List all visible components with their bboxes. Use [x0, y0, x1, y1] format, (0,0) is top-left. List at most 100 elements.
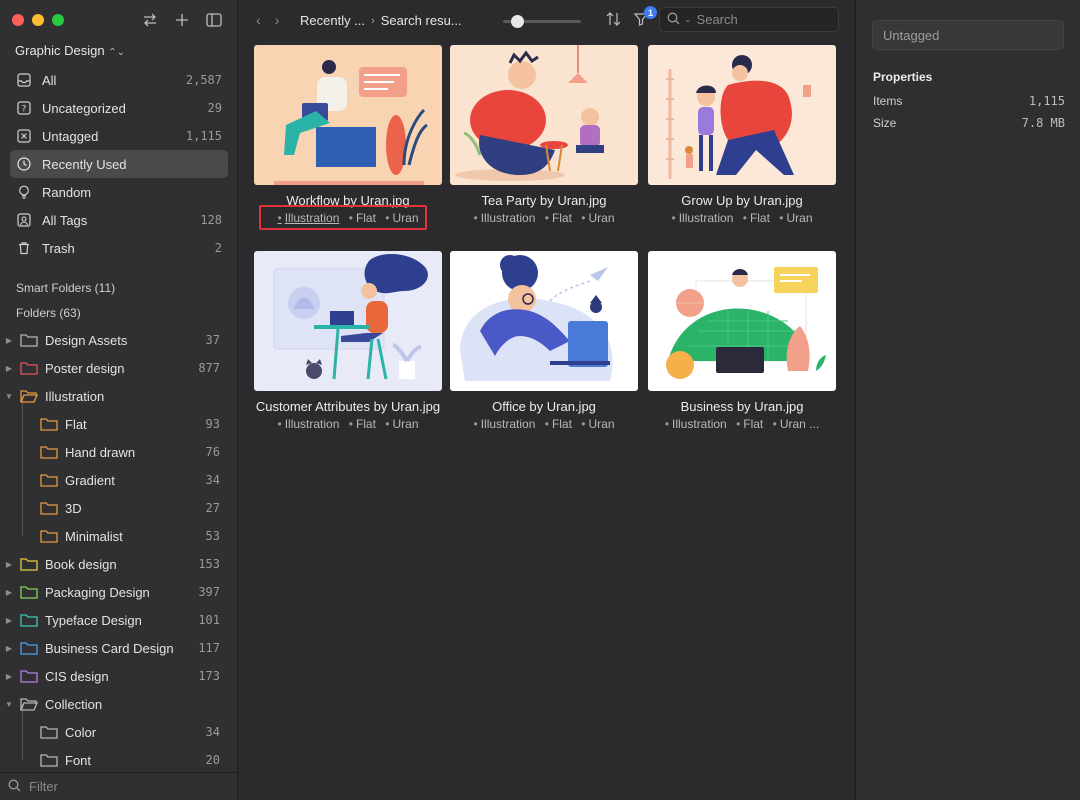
asset-card-business[interactable]: Business by Uran.jpg Illustration Flat U… — [648, 251, 836, 432]
disclosure-open-icon[interactable]: ▼ — [4, 392, 14, 401]
folder-item-collection[interactable]: ▼ Collection — [0, 690, 238, 718]
asset-title[interactable]: Office by Uran.jpg — [450, 399, 638, 414]
thumbnail[interactable] — [450, 45, 638, 185]
search-placeholder: Search — [696, 12, 738, 27]
sidebar-item-random[interactable]: Random — [10, 178, 228, 206]
thumbnail-size-slider[interactable] — [503, 15, 581, 28]
property-items: Items 1,115 — [873, 94, 1065, 108]
tag-flat[interactable]: Flat — [743, 211, 770, 225]
folder-item-typeface-design[interactable]: ▶ Typeface Design 101 — [0, 606, 238, 634]
disclosure-closed-icon[interactable]: ▶ — [4, 336, 14, 345]
sidebar-item-count: 1,115 — [185, 129, 222, 143]
sidebar-item-all-tags[interactable]: All Tags 128 — [10, 206, 228, 234]
disclosure-closed-icon[interactable]: ▶ — [4, 644, 14, 653]
tag-illustration[interactable]: Illustration — [671, 211, 733, 225]
tag-uran[interactable]: Uran — [385, 417, 418, 431]
disclosure-closed-icon[interactable]: ▶ — [4, 560, 14, 569]
smart-folders-header[interactable]: Smart Folders (11) — [16, 281, 115, 295]
asset-title[interactable]: Customer Attributes by Uran.jpg — [254, 399, 442, 414]
folder-item-poster-design[interactable]: ▶ Poster design 877 — [0, 354, 238, 382]
disclosure-closed-icon[interactable]: ▶ — [4, 672, 14, 681]
zoom-window-button[interactable] — [52, 14, 64, 26]
forward-icon[interactable]: › — [275, 12, 280, 28]
close-window-button[interactable] — [12, 14, 24, 26]
asset-card-office[interactable]: Office by Uran.jpg Illustration Flat Ura… — [450, 251, 638, 432]
filter-input[interactable]: Filter — [29, 779, 58, 794]
tag-illustration[interactable]: Illustration — [473, 417, 535, 431]
breadcrumb-item[interactable]: Search resu... — [381, 13, 462, 28]
folder-item-hand-drawn[interactable]: ▶Hand drawn76 — [0, 438, 238, 466]
folder-item-font[interactable]: ▶Font20 — [0, 746, 238, 774]
folder-item-illustration[interactable]: ▼ Illustration — [0, 382, 238, 410]
disclosure-closed-icon[interactable]: ▶ — [4, 588, 14, 597]
asset-title[interactable]: Tea Party by Uran.jpg — [450, 193, 638, 208]
sidebar-item-recently-used[interactable]: Recently Used — [10, 150, 228, 178]
folder-item-3d[interactable]: ▶3D27 — [0, 494, 238, 522]
tag-illustration[interactable]: Illustration — [665, 417, 727, 431]
sidebar-item-trash[interactable]: Trash 2 — [10, 234, 228, 262]
sidebar-toggle-icon[interactable] — [205, 11, 223, 29]
asset-card-customer-attributes[interactable]: Customer Attributes by Uran.jpg Illustra… — [254, 251, 442, 432]
minimize-window-button[interactable] — [32, 14, 44, 26]
search-input[interactable]: ⌄ Search — [659, 7, 839, 32]
folder-item-color[interactable]: ▶Color34 — [0, 718, 238, 746]
folder-item-design-assets[interactable]: ▶ Design Assets 37 — [0, 326, 238, 354]
thumbnail[interactable] — [254, 45, 442, 185]
sidebar-item-untagged[interactable]: Untagged 1,115 — [10, 122, 228, 150]
tag-flat[interactable]: Flat — [545, 417, 572, 431]
library-switcher[interactable]: Graphic Design ⌃⌄ — [15, 43, 125, 58]
asset-card-grow-up[interactable]: Grow Up by Uran.jpg Illustration Flat Ur… — [648, 45, 836, 226]
back-icon[interactable]: ‹ — [256, 12, 261, 28]
filter-bar[interactable]: Filter — [0, 772, 238, 800]
folder-item-business-card-design[interactable]: ▶ Business Card Design 117 — [0, 634, 238, 662]
thumbnail[interactable] — [648, 45, 836, 185]
illustration-grow-up — [648, 45, 836, 185]
asset-card-workflow[interactable]: Workflow by Uran.jpg Illustration Flat U… — [254, 45, 442, 226]
folder-icon — [20, 334, 38, 347]
disclosure-closed-icon[interactable]: ▶ — [4, 616, 14, 625]
thumbnail[interactable] — [254, 251, 442, 391]
swap-icon[interactable] — [141, 11, 159, 29]
tag-uran[interactable]: Uran — [581, 417, 614, 431]
disclosure-closed-icon[interactable]: ▶ — [4, 364, 14, 373]
tag-flat[interactable]: Flat — [349, 417, 376, 431]
folder-item-packaging-design[interactable]: ▶ Packaging Design 397 — [0, 578, 238, 606]
tag-uran[interactable]: Uran ... — [773, 417, 820, 431]
folder-item-cis-design[interactable]: ▶ CIS design 173 — [0, 662, 238, 690]
sort-icon[interactable] — [606, 12, 622, 29]
add-icon[interactable] — [173, 11, 191, 29]
folder-item-book-design[interactable]: ▶ Book design 153 — [0, 550, 238, 578]
sidebar-item-all[interactable]: All 2,587 — [10, 66, 228, 94]
tag-uran[interactable]: Uran — [779, 211, 812, 225]
folder-label: Poster design — [45, 360, 125, 376]
sidebar-item-count: 128 — [200, 213, 222, 227]
asset-card-tea-party[interactable]: Tea Party by Uran.jpg Illustration Flat … — [450, 45, 638, 226]
disclosure-open-icon[interactable]: ▼ — [4, 700, 14, 709]
folders-header[interactable]: Folders (63) — [16, 306, 81, 320]
folder-icon — [40, 418, 58, 431]
tag-icon — [16, 212, 32, 228]
thumbnail[interactable] — [648, 251, 836, 391]
tag-input[interactable]: Untagged — [872, 20, 1064, 50]
tag-flat[interactable]: Flat — [736, 417, 763, 431]
folder-icon — [40, 446, 58, 459]
asset-title[interactable]: Grow Up by Uran.jpg — [648, 193, 836, 208]
folder-item-minimalist[interactable]: ▶Minimalist53 — [0, 522, 238, 550]
thumbnail[interactable] — [450, 251, 638, 391]
sidebar-item-count: 2,587 — [185, 73, 222, 87]
illustration-tea-party — [450, 45, 638, 185]
tag-illustration[interactable]: Illustration — [277, 417, 339, 431]
folder-label: Gradient — [65, 472, 115, 488]
asset-title[interactable]: Business by Uran.jpg — [648, 399, 836, 414]
tag-flat[interactable]: Flat — [545, 211, 572, 225]
sidebar-item-uncategorized[interactable]: ? Uncategorized 29 — [10, 94, 228, 122]
folder-item-flat[interactable]: ▶Flat93 — [0, 410, 238, 438]
folder-label: Color — [65, 724, 97, 740]
folder-item-gradient[interactable]: ▶Gradient34 — [0, 466, 238, 494]
breadcrumb-item[interactable]: Recently ... — [300, 13, 365, 28]
asset-tags: Illustration Flat Uran — [254, 417, 442, 432]
tag-uran[interactable]: Uran — [581, 211, 614, 225]
tag-illustration[interactable]: Illustration — [473, 211, 535, 225]
slider-knob[interactable] — [511, 15, 524, 28]
chevron-down-icon[interactable]: ⌄ — [684, 14, 692, 25]
